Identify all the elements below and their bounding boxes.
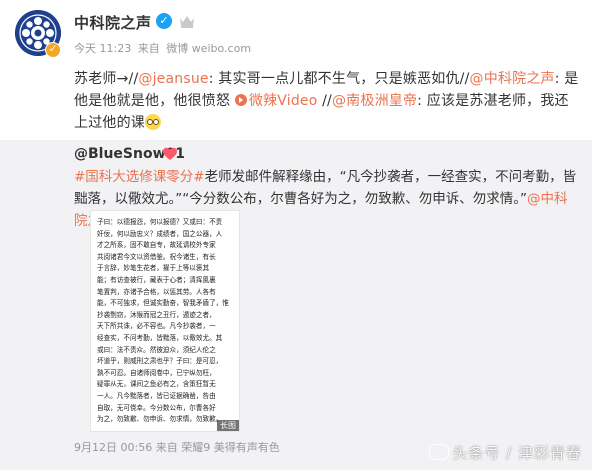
doge-emoji-icon xyxy=(145,114,161,130)
long-image-line: 为之，勿致歉、勿申诉、勿求情，勿致歉。 xyxy=(97,415,223,424)
watermark: 头条号 / 津彩青春 xyxy=(429,442,582,463)
long-image-line: 一人。凡今黜落者，皆已证据确凿，咎由 xyxy=(97,392,216,400)
mention-cas[interactable]: @中科院之声 xyxy=(470,71,555,87)
post-header: ✓ 中科院之声 ✓ 今天 11:23 来自 微博 weibo.com xyxy=(0,0,592,64)
verified-badge-icon: ✓ xyxy=(45,42,61,58)
post-source-prefix: 来自 xyxy=(137,42,160,55)
body-seg2: : 其实哥一点儿都不生气，只是嫉恶如仇// xyxy=(208,71,470,87)
long-image-line: 笔置判，亦诸予合格，以惩其劳。人各有 xyxy=(97,287,216,296)
long-image-line: 坏道乎，则威刑之肃也乎？子曰：是可忍， xyxy=(97,357,223,366)
long-image-line: 或曰：法不责众。然彼迫众，须纪人伦之 xyxy=(97,345,216,354)
watermark-text: 头条号 / 津彩青春 xyxy=(452,444,582,462)
long-image-line: 才之所系，固不敢自专，故延请校外专家 xyxy=(97,241,216,250)
video-play-icon xyxy=(234,94,247,106)
body-seg4: // xyxy=(317,93,332,109)
long-image-thumbnail[interactable]: 子曰：以德报怨，何以报德？又或曰：不责 奸佞，何以励忠义？成绩者，国之公器，人 才之… xyxy=(90,210,240,432)
verified-v-icon: ✓ xyxy=(156,13,172,29)
weibo-post-screen: ✓ 中科院之声 ✓ 今天 11:23 来自 微博 weibo.com 苏老师→/… xyxy=(0,0,592,470)
mention-jeansue[interactable]: @jeansue xyxy=(138,71,208,87)
repost-box[interactable]: @BlueSnow01 #国科大选修课零分#老师发邮件解释缘由，“凡今抄袭者，一… xyxy=(0,140,592,470)
body-seg1: 苏老师→// xyxy=(74,71,139,87)
post-time[interactable]: 今天 11:23 xyxy=(74,42,131,55)
long-image-line: 孰不可忍。自诸师阅卷中，已宁纵勿枉， xyxy=(97,368,216,377)
long-image-line: 能；有访查被行，藏表于心者；清挥風裏 xyxy=(97,276,216,284)
long-image-line: 自取，无可侥幸。今分数公布，尔曹各好 xyxy=(97,403,216,412)
post-meta: 今天 11:23 来自 微博 weibo.com xyxy=(74,40,254,56)
heart-icon xyxy=(163,147,177,160)
mention-antarctic-emperor[interactable]: @南极洲皇帝 xyxy=(332,93,417,109)
member-crown-icon[interactable] xyxy=(178,13,196,29)
long-image-line: 子曰：以德报怨，何以报德？又或曰：不责 xyxy=(97,218,223,226)
long-image-line: 疑罪从无，课间之鱼必有之，含策狂暂无 xyxy=(97,380,216,389)
video-label: 微辣Video xyxy=(248,93,318,109)
repost-time[interactable]: 9月12日 00:56 xyxy=(74,441,152,454)
repost-source[interactable]: 荣耀9 美得有声有色 xyxy=(181,441,280,454)
long-image-line: 于言辞，妙笔生花者，擢于上等以褒其 xyxy=(97,264,210,273)
chat-bubble-icon xyxy=(429,444,450,460)
long-image-line: 能，不可独求，但诚实勤奋，智我矛盾了，惟 xyxy=(97,299,229,308)
repost-source-prefix: 来自 xyxy=(155,441,178,454)
long-image-line: 抄袭剽窃，沐猴而冠之丑行，遁迹之者， xyxy=(97,310,216,319)
video-link[interactable]: 微辣Video xyxy=(234,93,318,109)
post-body: 苏老师→//@jeansue: 其实哥一点儿都不生气，只是嫉恶如仇//@中科院之… xyxy=(74,68,580,134)
long-image-line: 经查实，不问考勤，皆黜落，以儆效尤。其 xyxy=(97,334,223,342)
long-image-line: 共阅诸君今文以资借鉴。祝今诸生，有长 xyxy=(97,252,216,261)
long-image-tag: 长图 xyxy=(217,420,239,431)
long-image-line: 奸佞，何以励忠义？成绩者，国之公器，人 xyxy=(97,229,223,238)
repost-meta: 9月12日 00:56 来自 荣耀9 美得有声有色 xyxy=(74,439,280,455)
topic-tag[interactable]: #国科大选修课零分# xyxy=(74,169,205,185)
author-name[interactable]: 中科院之声 xyxy=(74,12,152,33)
post-source[interactable]: 微博 weibo.com xyxy=(166,42,251,55)
long-image-line: 天下所共诛，必不容也。凡今抄袭者，一 xyxy=(97,322,216,331)
